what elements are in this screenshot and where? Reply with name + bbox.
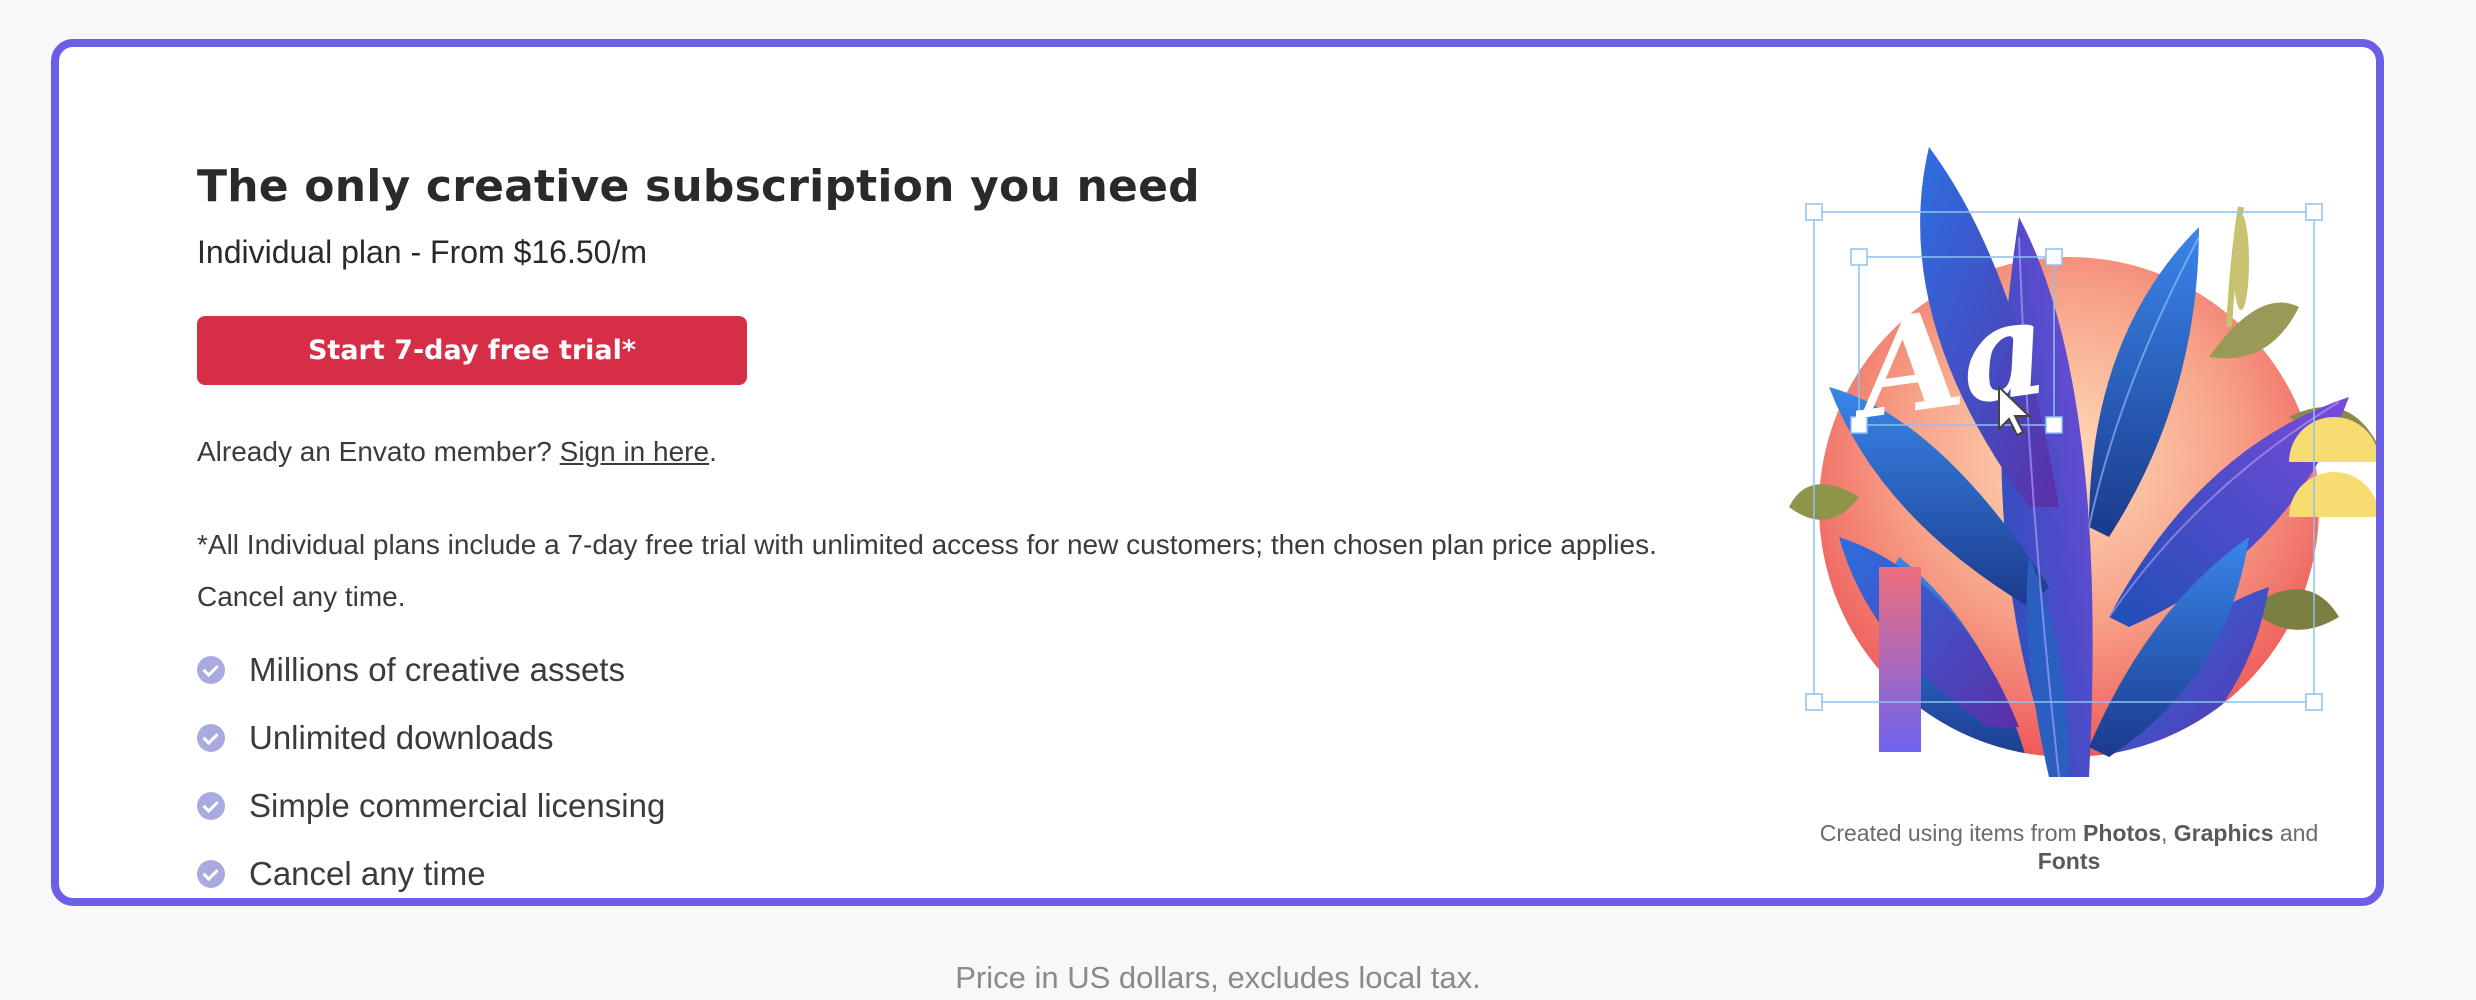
- credit-photos: Photos: [2083, 820, 2161, 846]
- list-item: Simple commercial licensing: [197, 772, 665, 840]
- feature-label: Cancel any time: [249, 855, 486, 892]
- trial-disclaimer: *All Individual plans include a 7-day fr…: [197, 529, 1657, 612]
- font-sample-glyphs: Aa: [1838, 269, 2057, 450]
- member-prompt: Already an Envato member?: [197, 436, 560, 467]
- credit-graphics: Graphics: [2173, 820, 2274, 846]
- feature-label: Millions of creative assets: [249, 651, 625, 688]
- page-title: The only creative subscription you need: [197, 161, 1200, 212]
- check-circle-icon: [197, 860, 225, 888]
- check-circle-icon: [197, 792, 225, 820]
- check-circle-icon: [197, 656, 225, 684]
- price-note: Price in US dollars, excludes local tax.: [955, 960, 1481, 995]
- artwork-credit: Created using items from Photos, Graphic…: [1719, 819, 2376, 875]
- check-circle-icon: [197, 724, 225, 752]
- list-item: Unlimited downloads: [197, 704, 665, 772]
- credit-fonts: Fonts: [2037, 848, 2101, 874]
- subscription-card: The only creative subscription you need …: [51, 39, 2384, 906]
- member-suffix: .: [709, 436, 717, 467]
- sign-in-link[interactable]: Sign in here: [560, 436, 709, 467]
- plant-artwork-illustration: Aa: [1789, 147, 2376, 778]
- feature-label: Simple commercial licensing: [249, 787, 666, 824]
- feature-label: Unlimited downloads: [249, 719, 554, 756]
- credit-separator: ,: [2161, 820, 2174, 846]
- credit-prefix: Created using items from: [1819, 820, 2084, 846]
- gradient-bar-shape: [1879, 567, 1921, 752]
- plan-price-text: Individual plan - From $16.50/m: [197, 234, 647, 270]
- credit-and: and: [2273, 820, 2319, 846]
- member-signin-text: Already an Envato member? Sign in here.: [197, 432, 717, 472]
- list-item: Cancel any time: [197, 840, 665, 898]
- list-item: Millions of creative assets: [197, 636, 665, 704]
- feature-list: Millions of creative assets Unlimited do…: [197, 636, 665, 898]
- start-free-trial-button[interactable]: Start 7-day free trial*: [197, 316, 747, 385]
